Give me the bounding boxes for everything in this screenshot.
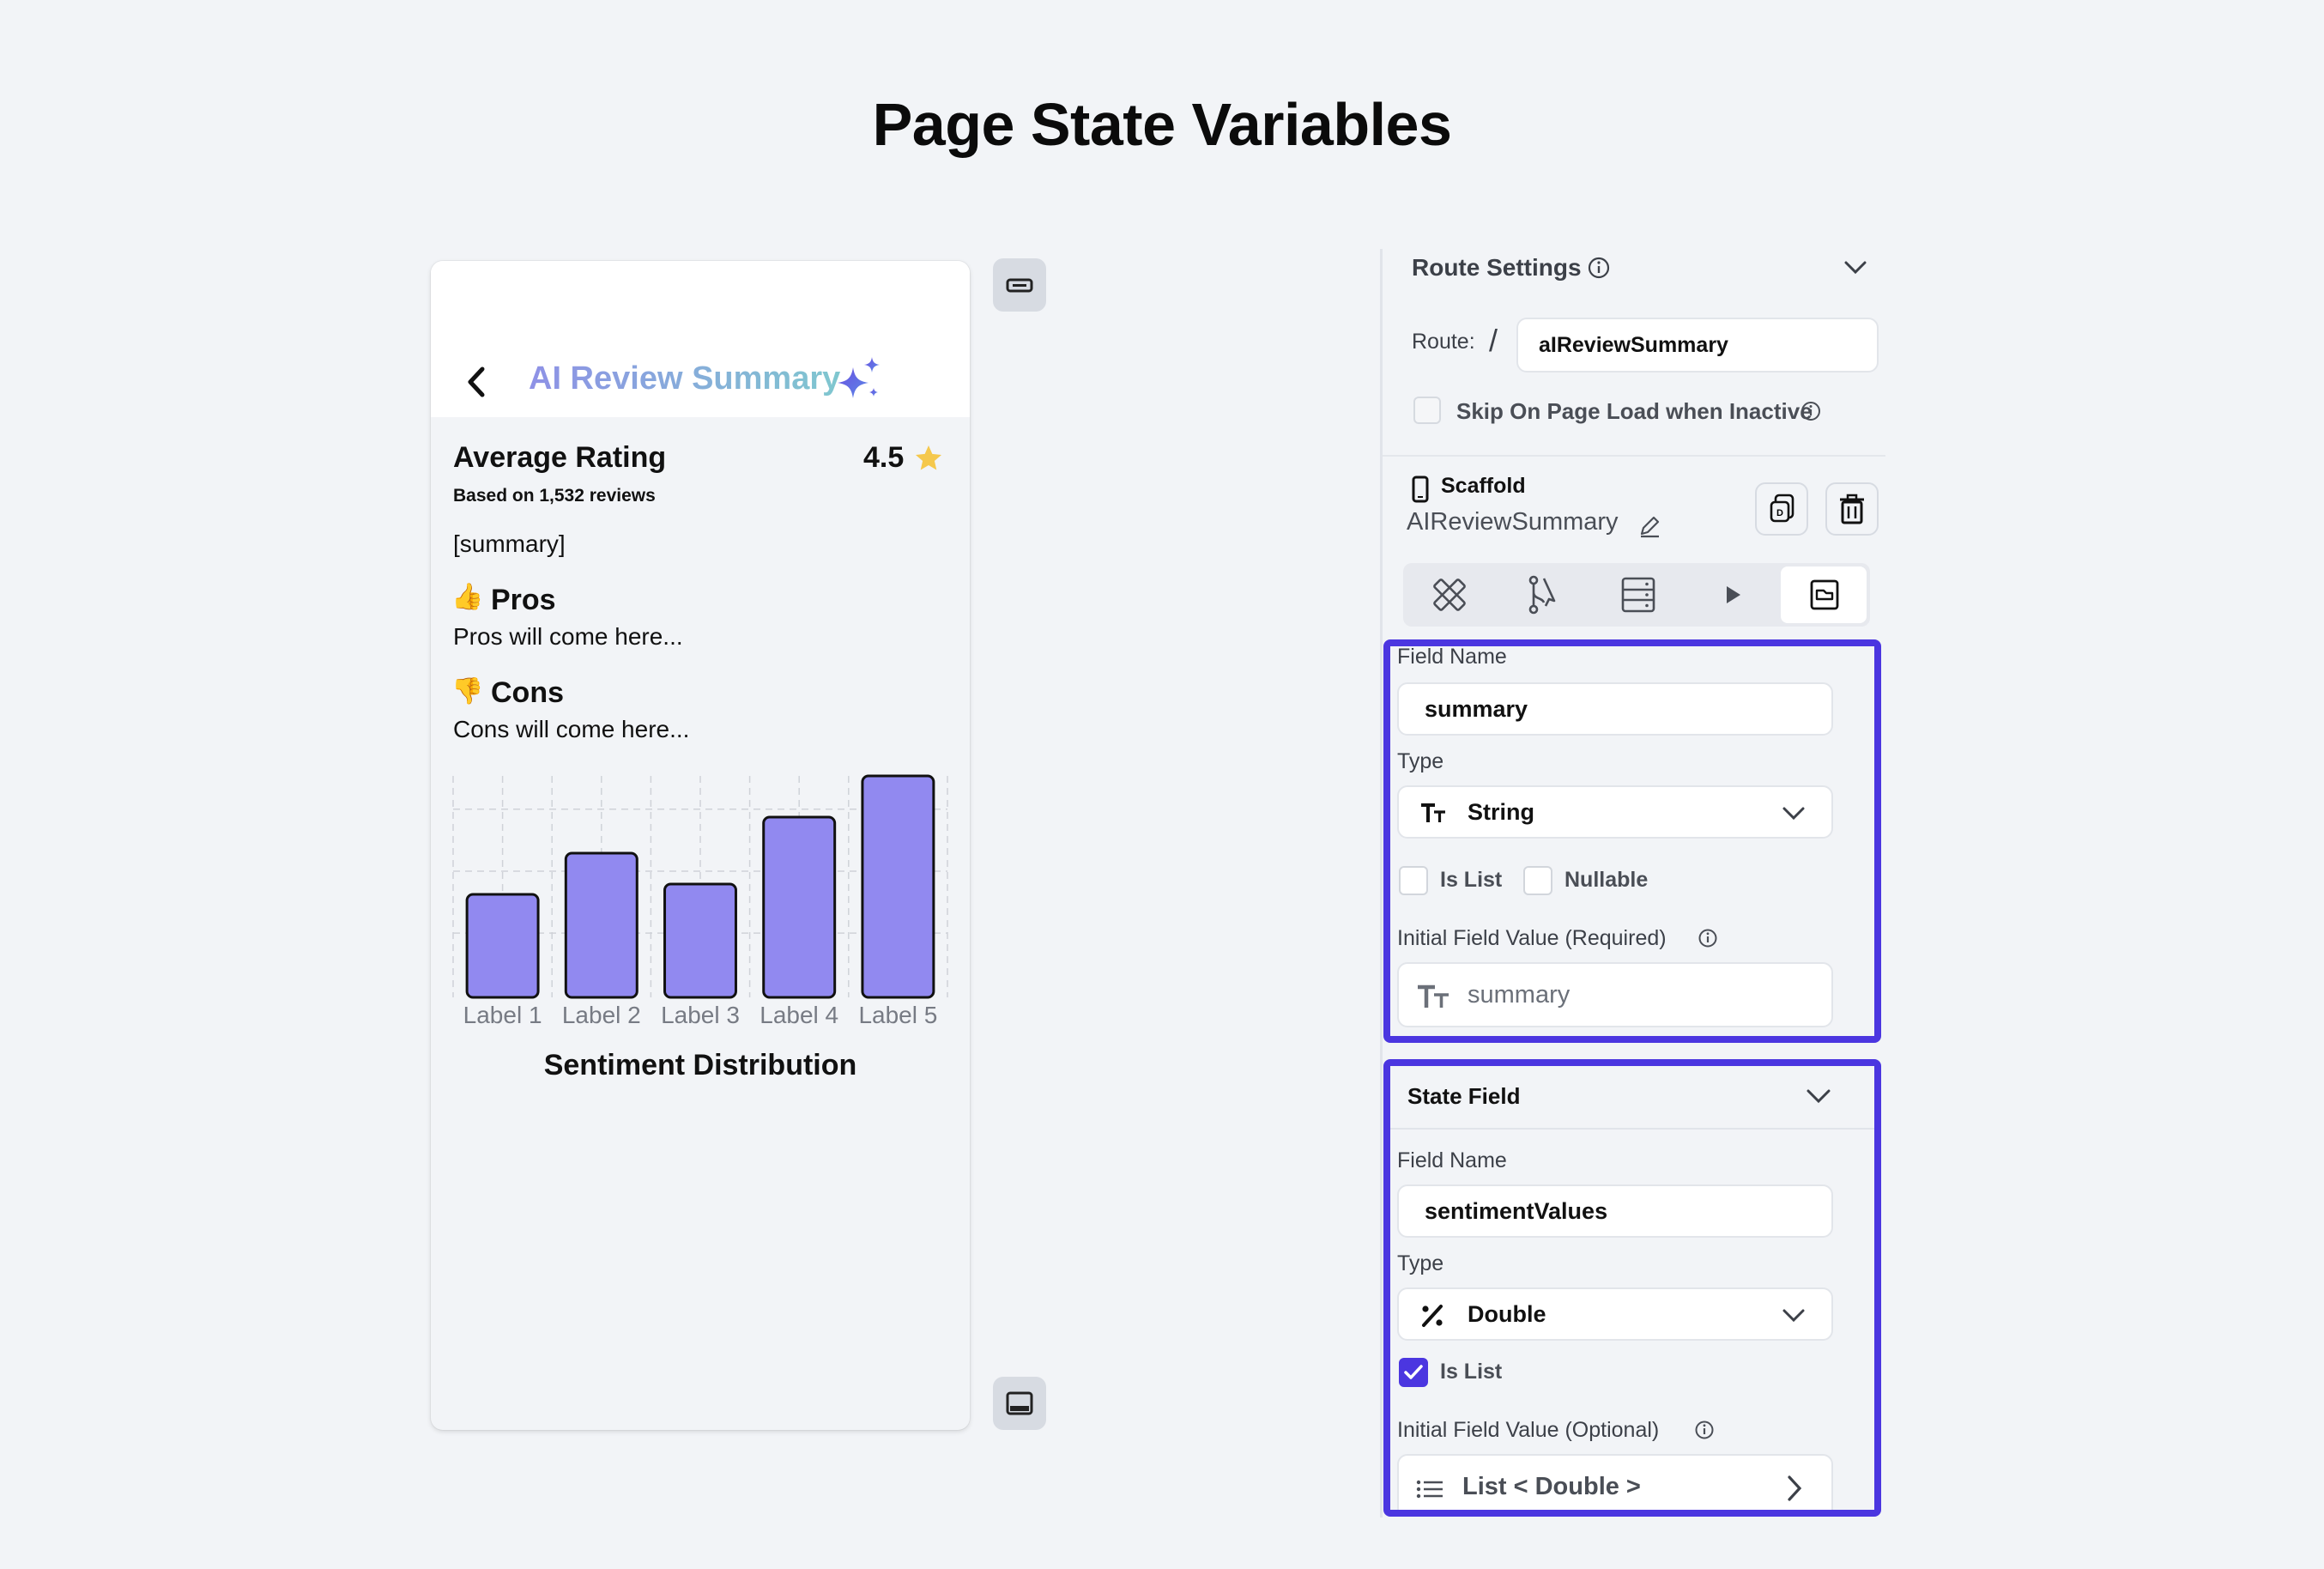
scaffold-label: Scaffold xyxy=(1441,474,1526,498)
average-rating-label: Average Rating xyxy=(453,441,667,474)
app-bar-title: AI Review Summary xyxy=(529,360,841,397)
is-list-checkbox[interactable] xyxy=(1399,866,1428,895)
type-value: String xyxy=(1468,799,1534,825)
tab-backend-query[interactable] xyxy=(1595,566,1681,623)
text-type-icon xyxy=(1418,984,1449,1008)
tab-actions[interactable] xyxy=(1501,566,1587,623)
pros-title: Pros xyxy=(491,584,556,616)
type-dropdown[interactable]: Double xyxy=(1397,1287,1833,1341)
is-list-label: Is List xyxy=(1440,868,1503,892)
initial-value-input[interactable]: summary xyxy=(1397,962,1833,1027)
route-input[interactable]: aIReviewSummary xyxy=(1516,318,1879,373)
initial-value-input[interactable]: List < Double > xyxy=(1397,1454,1833,1510)
initial-value-text: summary xyxy=(1468,981,1571,1009)
info-icon[interactable] xyxy=(1800,400,1822,422)
branch-cursor-icon xyxy=(1528,575,1556,615)
route-label: Route: xyxy=(1412,330,1475,354)
page-title: Page State Variables xyxy=(872,91,1452,158)
is-list-label: Is List xyxy=(1440,1360,1503,1384)
chart-title: Sentiment Distribution xyxy=(543,1049,857,1081)
database-icon xyxy=(1621,577,1655,613)
svg-text:D: D xyxy=(1776,508,1783,518)
thumbs-up-icon: 👍 xyxy=(451,583,484,611)
route-slash: / xyxy=(1489,323,1498,358)
info-icon[interactable] xyxy=(1587,256,1611,280)
field-name-input[interactable]: summary xyxy=(1397,682,1833,736)
tab-state[interactable] xyxy=(1781,566,1867,623)
field-name-input[interactable]: sentimentValues xyxy=(1397,1184,1833,1238)
chevron-right-icon xyxy=(1788,1475,1802,1501)
chart-x-tick-label: Label 1 xyxy=(463,1002,542,1025)
trash-icon xyxy=(1840,494,1864,524)
cons-text: Cons will come here... xyxy=(453,716,690,742)
play-icon xyxy=(1727,586,1740,603)
duplicate-icon: D xyxy=(1770,494,1794,523)
bottom-bar-icon xyxy=(1006,1391,1033,1415)
pros-text: Pros will come here... xyxy=(453,623,683,650)
state-field-header[interactable]: State Field xyxy=(1390,1066,1874,1130)
bottom-sheet-toggle-button[interactable] xyxy=(993,1377,1046,1430)
type-dropdown[interactable]: String xyxy=(1397,785,1833,839)
back-arrow-icon[interactable] xyxy=(462,362,493,402)
route-settings-header[interactable]: Route Settings xyxy=(1412,254,1582,282)
skip-on-page-load-label: Skip On Page Load when Inactive xyxy=(1456,398,1813,424)
state-field-sentiment-values: State Field Field Name sentimentValues T… xyxy=(1383,1059,1881,1517)
field-name-label: Field Name xyxy=(1397,645,1507,669)
nullable-checkbox[interactable] xyxy=(1523,866,1552,895)
duplicate-button[interactable]: D xyxy=(1755,482,1808,536)
info-icon[interactable] xyxy=(1694,1420,1715,1440)
phone-preview: AI Review Summary Average Rating 4.5 Bas… xyxy=(431,261,970,1430)
sparkle-icon xyxy=(838,357,880,398)
initial-value-label: Initial Field Value (Optional) xyxy=(1397,1418,1660,1442)
phone-icon xyxy=(1412,476,1429,503)
percent-icon xyxy=(1422,1305,1443,1327)
info-icon[interactable] xyxy=(1698,928,1718,948)
summary-text: [summary] xyxy=(453,530,566,557)
checkmark-icon xyxy=(1404,1365,1423,1379)
initial-value-label: Initial Field Value (Required) xyxy=(1397,926,1667,950)
star-icon xyxy=(916,445,941,470)
tab-animations[interactable] xyxy=(1690,566,1776,623)
chart-bar xyxy=(564,851,638,999)
chart-bar xyxy=(465,893,540,999)
chevron-down-icon[interactable] xyxy=(1843,256,1868,278)
text-type-icon xyxy=(1421,803,1445,822)
rating-value: 4.5 xyxy=(863,441,905,474)
type-value: Double xyxy=(1468,1301,1546,1327)
state-field-title: State Field xyxy=(1407,1083,1521,1109)
state-folder-icon xyxy=(1810,579,1839,610)
chart-bar xyxy=(861,774,935,999)
chart-bar xyxy=(762,815,837,999)
chart-x-tick-label: Label 4 xyxy=(760,1002,838,1025)
nullable-label: Nullable xyxy=(1564,868,1649,892)
chevron-down-icon xyxy=(1807,1089,1831,1104)
chart-bar xyxy=(663,882,737,999)
tab-properties[interactable] xyxy=(1407,566,1492,623)
chevron-down-icon xyxy=(1782,807,1805,821)
properties-tab-bar xyxy=(1403,563,1870,627)
chart-x-tick-label: Label 2 xyxy=(562,1002,641,1025)
chart-x-tick-label: Label 5 xyxy=(858,1002,937,1025)
type-label: Type xyxy=(1397,1251,1444,1275)
review-count: Based on 1,532 reviews xyxy=(453,486,656,506)
page-name: AIReviewSummary xyxy=(1407,508,1619,536)
state-field-summary: Field Name summary Type String Is List N… xyxy=(1383,639,1881,1043)
delete-button[interactable] xyxy=(1825,482,1879,536)
skip-on-page-load-checkbox[interactable] xyxy=(1413,397,1441,424)
chart-x-tick-label: Label 3 xyxy=(661,1002,740,1025)
type-label: Type xyxy=(1397,749,1444,773)
list-icon xyxy=(1416,1480,1443,1499)
edit-pencil-icon[interactable] xyxy=(1637,513,1662,539)
field-name-label: Field Name xyxy=(1397,1148,1507,1172)
chevron-down-icon xyxy=(1782,1309,1805,1323)
keyboard-icon xyxy=(1006,278,1033,293)
thumbs-down-icon: 👎 xyxy=(451,677,484,706)
sentiment-bar-chart: Label 1 Label 2 Label 3 Label 4 Label 5 xyxy=(452,774,948,1025)
design-tools-icon xyxy=(1433,579,1466,611)
is-list-checkbox[interactable] xyxy=(1399,1358,1428,1387)
initial-value-text: List < Double > xyxy=(1462,1473,1641,1500)
device-toggle-button[interactable] xyxy=(993,258,1046,312)
cons-title: Cons xyxy=(491,676,564,709)
